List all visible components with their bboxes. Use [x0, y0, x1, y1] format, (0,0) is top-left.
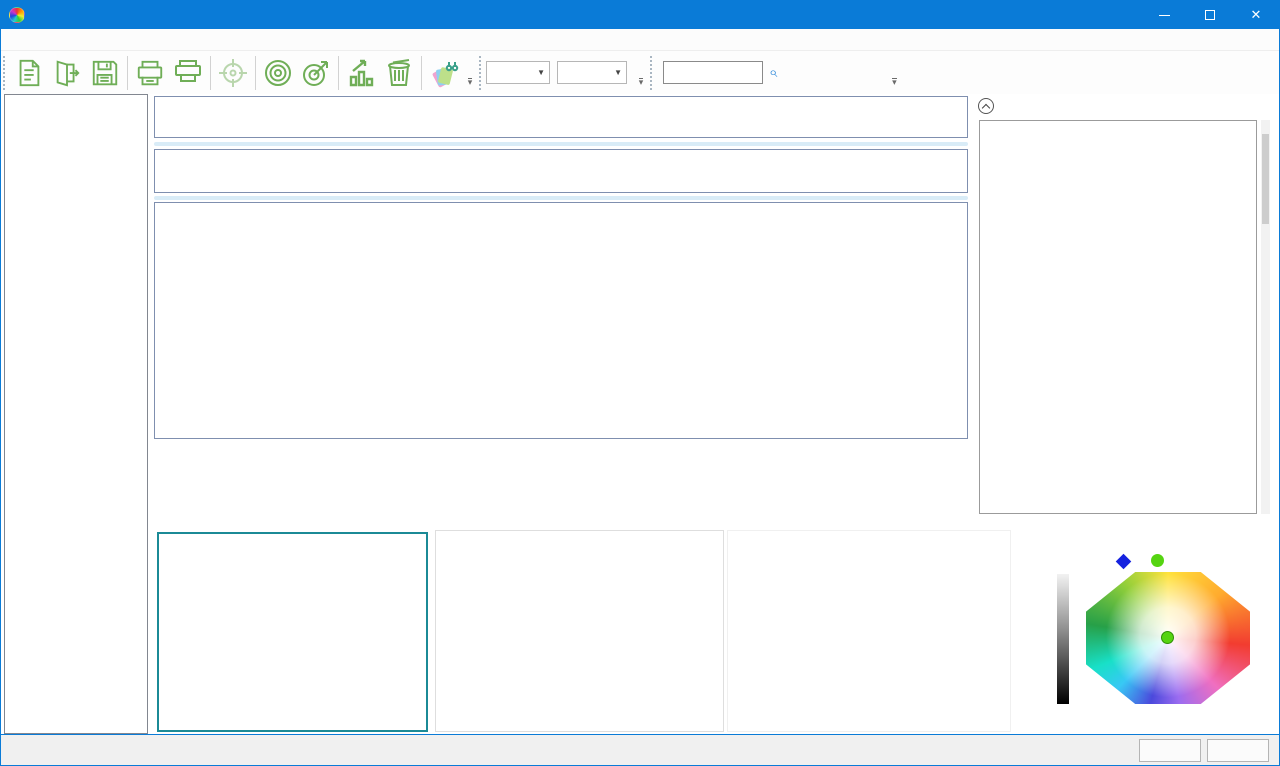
- app-window: ✕: [0, 0, 1280, 766]
- collapse-panel-icon[interactable]: [978, 98, 994, 114]
- chevron-down-icon: ▼: [527, 68, 545, 77]
- deab-trend-panel[interactable]: [435, 530, 724, 732]
- tolerance-table: [154, 96, 968, 138]
- title-bar: ✕: [1, 1, 1279, 29]
- toolbar-grip[interactable]: [3, 56, 8, 90]
- close-button[interactable]: ✕: [1233, 1, 1279, 29]
- minimize-button[interactable]: [1141, 1, 1187, 29]
- calibrate-icon: [214, 54, 252, 92]
- export-icon[interactable]: [48, 54, 86, 92]
- color-search-icon[interactable]: [425, 54, 463, 92]
- lstar-gradient-bar: [1057, 574, 1069, 704]
- target-arrow-icon[interactable]: [297, 54, 335, 92]
- toolbar-overflow-icon[interactable]: ▾: [463, 56, 477, 90]
- auto-button[interactable]: [1139, 739, 1201, 762]
- spectral-panel[interactable]: [727, 530, 1011, 732]
- blank-button[interactable]: [1207, 739, 1269, 762]
- chevron-down-icon: ▼: [604, 68, 622, 77]
- chart-icon[interactable]: [342, 54, 380, 92]
- print-word-icon[interactable]: [169, 54, 207, 92]
- sample-tree-panel: [4, 94, 148, 734]
- color-difference-panel: [974, 94, 1270, 522]
- toolbar: ▾ ▼ ▼ ▾ ⌕ ▾: [1, 51, 1279, 94]
- illuminant-dropdown[interactable]: ▼: [557, 61, 627, 84]
- lab-wheel-panel[interactable]: [1013, 530, 1275, 732]
- target-icon[interactable]: [259, 54, 297, 92]
- toolbar-grip[interactable]: [650, 56, 655, 90]
- sample-point-marker: [1161, 631, 1174, 644]
- color-difference-box: [979, 120, 1257, 514]
- standard-table: [154, 149, 968, 193]
- panel-scrollbar[interactable]: [1261, 120, 1270, 514]
- menu-bar: [1, 29, 1279, 51]
- search-input[interactable]: [663, 61, 763, 84]
- save-icon[interactable]: [86, 54, 124, 92]
- new-document-icon[interactable]: [10, 54, 48, 92]
- toolbar-overflow-icon[interactable]: ▾: [887, 56, 901, 90]
- toolbar-overflow-icon[interactable]: ▾: [634, 56, 648, 90]
- dab-scatter-panel[interactable]: [157, 532, 428, 732]
- search-icon[interactable]: ⌕: [769, 64, 777, 81]
- status-bar: [1, 734, 1279, 765]
- toolbar-grip[interactable]: [479, 56, 484, 90]
- mode-dropdown[interactable]: ▼: [486, 61, 550, 84]
- print-icon[interactable]: [131, 54, 169, 92]
- delete-icon[interactable]: [380, 54, 418, 92]
- maximize-button[interactable]: [1187, 1, 1233, 29]
- sample-table: [154, 202, 968, 439]
- app-logo-icon: [9, 7, 25, 23]
